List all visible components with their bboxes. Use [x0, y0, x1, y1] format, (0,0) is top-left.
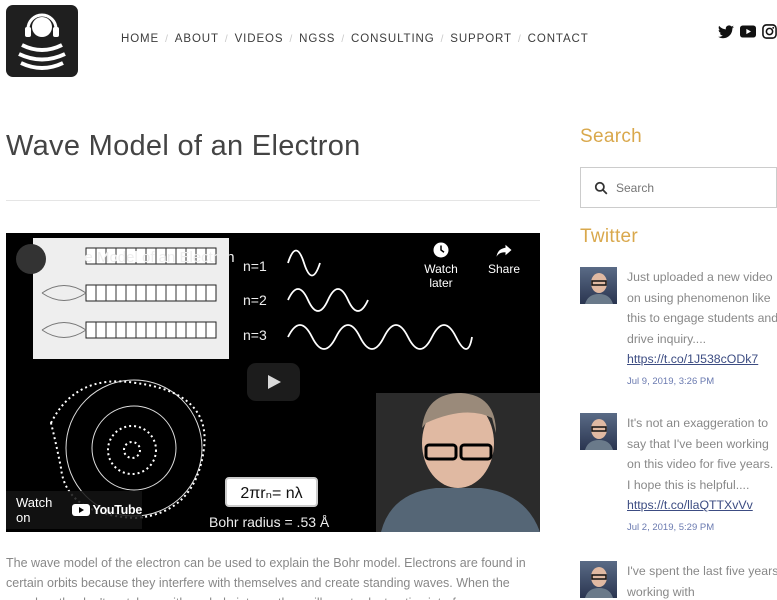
youtube-logo: YouTube: [72, 503, 142, 517]
nav-separator: /: [341, 33, 346, 45]
article-description: The wave model of the electron can be us…: [6, 556, 526, 600]
tweet-link[interactable]: https://t.co/llaQTTXvVv: [627, 495, 777, 516]
watch-on-label: Watch on: [16, 495, 53, 525]
twitter-icon[interactable]: [718, 24, 734, 44]
divider: [6, 200, 540, 201]
nav-about[interactable]: ABOUT: [175, 33, 219, 45]
search-input[interactable]: [616, 178, 766, 198]
share-icon: [496, 244, 512, 257]
nav-separator: /: [165, 33, 169, 45]
tweet-date: Jul 9, 2019, 3:26 PM: [627, 375, 715, 387]
nav-ngss[interactable]: NGSS: [299, 33, 335, 45]
level-label: n=1: [243, 258, 267, 274]
formula-box: 2πrₙ= nλ: [225, 477, 318, 507]
share-label: Share: [487, 262, 521, 276]
tweet-text: Just uploaded a new video on using pheno…: [627, 270, 777, 346]
social-links: [718, 24, 777, 44]
nav-home[interactable]: HOME: [121, 33, 159, 45]
search-icon: [594, 181, 608, 195]
instagram-icon[interactable]: [762, 24, 777, 44]
youtube-icon[interactable]: [740, 25, 756, 43]
nav-support[interactable]: SUPPORT: [450, 33, 512, 45]
video-player[interactable]: Wave Model of an Electron Watch later Sh…: [6, 233, 540, 532]
youtube-wordmark: YouTube: [92, 503, 142, 517]
youtube-play-icon: [72, 504, 91, 516]
channel-avatar[interactable]: [16, 244, 46, 274]
avatar[interactable]: [580, 561, 617, 598]
tweet-text: It's not an exaggeration to say that I'v…: [627, 416, 774, 492]
search-heading: Search: [580, 126, 643, 147]
avatar[interactable]: [580, 413, 617, 450]
twitter-heading: Twitter: [580, 226, 639, 247]
level-label: n=2: [243, 292, 267, 308]
nav-consulting[interactable]: CONSULTING: [351, 33, 435, 45]
clock-icon: [433, 242, 449, 258]
share-button[interactable]: Share: [484, 241, 524, 276]
bohr-radius-label: Bohr radius = .53 Å: [209, 514, 330, 530]
nav-separator: /: [289, 33, 294, 45]
nav-contact[interactable]: CONTACT: [528, 33, 589, 45]
page-title: Wave Model of an Electron: [6, 130, 361, 162]
tweet-date: Jul 2, 2019, 5:29 PM: [627, 521, 715, 533]
avatar[interactable]: [580, 267, 617, 304]
level-label: n=3: [243, 327, 267, 343]
nav-separator: /: [440, 33, 445, 45]
watch-later-label: Watch later: [424, 262, 458, 290]
tweet-text: I've spent the last five years working w…: [627, 564, 777, 599]
video-title[interactable]: Wave Model of an Electron: [55, 249, 235, 266]
nav-videos[interactable]: VIDEOS: [235, 33, 284, 45]
play-button[interactable]: [247, 363, 300, 401]
main-nav: HOME / ABOUT / VIDEOS / NGSS / CONSULTIN…: [121, 33, 589, 45]
headphones-icon: [18, 13, 66, 70]
watch-later-button[interactable]: Watch later: [411, 241, 471, 290]
nav-separator: /: [517, 33, 522, 45]
site-logo[interactable]: [6, 5, 78, 77]
tweet-link[interactable]: https://t.co/1J538cODk7: [627, 349, 777, 370]
watch-on-youtube-button[interactable]: Watch on YouTube: [6, 491, 142, 529]
search-box: [580, 167, 777, 208]
nav-separator: /: [224, 33, 229, 45]
